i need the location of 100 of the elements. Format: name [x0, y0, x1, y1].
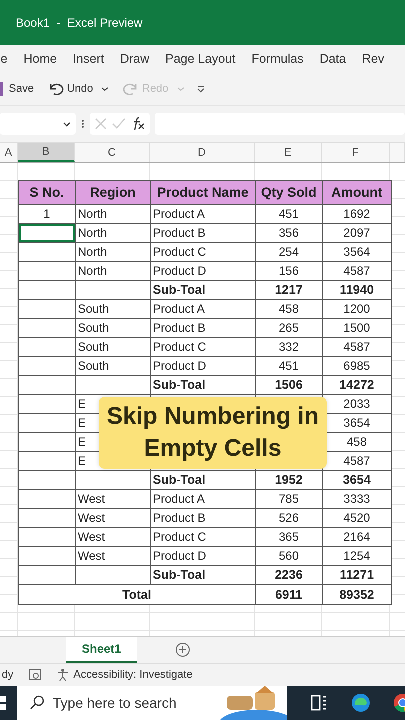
table-cell-text: 89352 — [338, 586, 376, 604]
table-cell: North — [76, 243, 151, 261]
table-cell: South — [76, 357, 151, 375]
toolbar-button[interactable]: Undo — [45, 81, 112, 97]
table-cell: Sub-Toal — [151, 376, 256, 394]
table-cell-text: 1500 — [342, 320, 372, 337]
table-cell: Product D — [151, 262, 256, 280]
table-cell: Product D — [151, 547, 256, 565]
table-cell: 365 — [256, 528, 323, 546]
table-cell: Product A — [151, 205, 256, 223]
table-cell: 1 — [19, 205, 76, 223]
table-cell: Product B — [151, 224, 256, 242]
table-cell: Sub-Toal — [151, 281, 256, 299]
table-cell-text: 11271 — [338, 567, 376, 584]
table-cell-text: 2033 — [342, 396, 372, 413]
table-cell-text: 4587 — [342, 263, 372, 280]
caret-icon — [176, 85, 185, 93]
table-cell: 254 — [256, 243, 323, 261]
table-cell-text: 2164 — [342, 529, 372, 546]
table-cell: Sub-Toal — [151, 566, 256, 584]
table-cell: Product D — [151, 357, 256, 375]
table-cell-text: 1200 — [342, 301, 372, 318]
window-title: Book1 - Excel Preview — [16, 16, 143, 30]
table-cell: Product A — [151, 300, 256, 318]
table-cell-text: 11940 — [338, 282, 376, 299]
ribbon-tab[interactable]: Draw — [112, 52, 158, 66]
table-cell: 451 — [256, 205, 323, 223]
camera-icon[interactable] — [28, 668, 42, 682]
table-cell: Product B — [151, 319, 256, 337]
table-cell: Product C — [151, 528, 256, 546]
table-cell-text: 3654 — [342, 472, 372, 489]
table-cell: South — [76, 319, 151, 337]
accessibility-icon — [56, 668, 70, 682]
undo-icon — [48, 81, 64, 97]
table-cell-text: 4587 — [342, 339, 372, 356]
column-header[interactable]: C — [75, 143, 150, 162]
table-cell: North — [76, 205, 151, 223]
redo-icon — [123, 81, 140, 97]
table-cell: 332 — [256, 338, 323, 356]
check-icon[interactable] — [112, 117, 126, 131]
table-cell-text: 3564 — [342, 244, 372, 261]
ribbon-tab[interactable]: le — [0, 52, 16, 66]
search-field[interactable]: Type here to search — [17, 686, 287, 720]
table-cell: 1217 — [256, 281, 323, 299]
ribbon-tab[interactable]: Insert — [65, 52, 112, 66]
table-cell: West — [76, 509, 151, 527]
table-cell: 560 — [256, 547, 323, 565]
table-cell: North — [76, 262, 151, 280]
table-cell: Product C — [151, 243, 256, 261]
table-cell-text: 4520 — [342, 510, 372, 527]
table-cell: Product B — [151, 509, 256, 527]
ribbon-tab[interactable]: Page Layout — [158, 52, 244, 66]
table-cell: South — [76, 300, 151, 318]
table-cell: 6911 — [256, 585, 323, 604]
accessibility-button[interactable]: Accessibility: Investigate — [56, 668, 193, 682]
table-cell-text: 3654 — [342, 415, 372, 432]
ribbon-tab[interactable]: Rev — [354, 52, 392, 66]
table-cell: 785 — [256, 490, 323, 508]
more-icon — [81, 118, 85, 130]
table-cell: Sub-Toal — [151, 471, 256, 489]
table-cell-text: 3333 — [342, 491, 372, 508]
column-header[interactable]: B — [18, 143, 75, 162]
column-heading: Qty Sold — [256, 181, 323, 204]
table-cell: 265 — [256, 319, 323, 337]
table-cell: 526 — [256, 509, 323, 527]
column-heading: Product Name — [151, 181, 256, 204]
toolbar-button[interactable]: Save — [0, 82, 38, 96]
ribbon-tab[interactable]: Home — [16, 52, 66, 66]
task-view-icon[interactable] — [309, 693, 329, 713]
column-heading: S No. — [19, 181, 76, 204]
table-cell: 2236 — [256, 566, 323, 584]
table-cell: Total — [19, 585, 256, 604]
add-sheet-icon[interactable] — [175, 642, 192, 658]
table-cell-text: 1692 — [342, 206, 372, 223]
table-cell: West — [76, 547, 151, 565]
ribbon-tab[interactable]: Data — [312, 52, 354, 66]
table-cell-text: 458 — [346, 434, 368, 451]
table-cell-text: 14272 — [338, 377, 376, 394]
sheet-tab[interactable]: Sheet1 — [66, 637, 138, 663]
column-header[interactable]: E — [255, 143, 322, 162]
column-heading: Region — [76, 181, 151, 204]
table-cell-text: 2097 — [342, 225, 372, 242]
ribbon-tab[interactable]: Formulas — [244, 52, 312, 66]
table-cell: North — [76, 224, 151, 242]
column-header[interactable]: D — [150, 143, 255, 162]
table-cell: Product C — [151, 338, 256, 356]
table-cell: West — [76, 528, 151, 546]
table-cell: 458 — [256, 300, 323, 318]
table-cell: 451 — [256, 357, 323, 375]
browser-icon[interactable] — [351, 693, 371, 713]
table-cell-text: 6985 — [342, 358, 372, 375]
table-cell-text: 1254 — [342, 548, 372, 565]
customize-icon[interactable] — [196, 84, 206, 94]
table-cell: 356 — [256, 224, 323, 242]
table-cell: South — [76, 338, 151, 356]
search-icon — [29, 695, 45, 711]
column-heading: Amount — [330, 184, 384, 202]
column-header[interactable]: F — [322, 143, 390, 162]
table-cell: 1506 — [256, 376, 323, 394]
status-text: dy — [2, 669, 14, 681]
